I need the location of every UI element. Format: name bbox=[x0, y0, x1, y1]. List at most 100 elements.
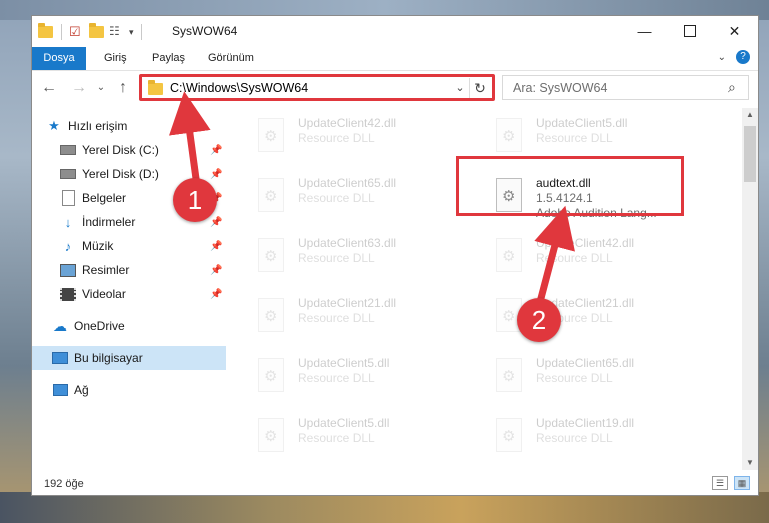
nav-item-pictures[interactable]: Resimler 📌 bbox=[60, 258, 226, 282]
file-type: Resource DLL bbox=[298, 371, 375, 385]
nav-item-label: Yerel Disk (D:) bbox=[82, 167, 159, 181]
address-dropdown-icon[interactable]: ⌄ bbox=[451, 81, 469, 94]
nav-item-music[interactable]: ♪ Müzik 📌 bbox=[60, 234, 226, 258]
refresh-button[interactable]: ↻ bbox=[469, 78, 490, 98]
dll-file-icon bbox=[254, 296, 290, 336]
navigation-pane: ★ Hızlı erişim Yerel Disk (C:) 📌 Yerel D… bbox=[32, 108, 226, 468]
tab-file[interactable]: Dosya bbox=[32, 47, 86, 70]
recent-locations-button[interactable]: ⌄ bbox=[92, 82, 110, 93]
scroll-down-icon[interactable]: ▼ bbox=[742, 456, 758, 470]
cloud-icon: ☁ bbox=[53, 317, 67, 334]
close-button[interactable]: ✕ bbox=[712, 16, 757, 46]
back-arrow-icon: ← bbox=[41, 79, 57, 96]
address-bar[interactable]: C:\Windows\SysWOW64 ⌄ bbox=[139, 75, 494, 100]
file-item[interactable]: UpdateClient63.dllResource DLL bbox=[254, 236, 474, 282]
address-path[interactable]: C:\Windows\SysWOW64 bbox=[170, 81, 451, 95]
status-bar: 192 öğe ☰ ▦ bbox=[32, 472, 758, 496]
file-item[interactable]: UpdateClient42.dllResource DLL bbox=[492, 236, 712, 282]
download-icon: ↓ bbox=[64, 214, 72, 230]
file-type: Resource DLL bbox=[536, 251, 613, 265]
file-name: UpdateClient65.dll bbox=[298, 176, 397, 190]
nav-item-local-disk-c[interactable]: Yerel Disk (C:) 📌 bbox=[60, 138, 226, 162]
dll-file-icon bbox=[492, 236, 528, 276]
pin-icon: 📌 bbox=[210, 240, 223, 252]
dll-file-icon bbox=[254, 176, 290, 216]
file-type: Resource DLL bbox=[298, 191, 375, 205]
nav-item-videos[interactable]: Videolar 📌 bbox=[60, 282, 226, 306]
file-name: UpdateClient42.dll bbox=[536, 236, 635, 250]
nav-item-label: Hızlı erişim bbox=[68, 119, 128, 133]
minimize-button[interactable]: — bbox=[622, 16, 667, 46]
dll-file-icon bbox=[492, 176, 528, 216]
step-badge-1: 1 bbox=[173, 178, 217, 222]
nav-item-this-pc[interactable]: Bu bilgisayar bbox=[32, 346, 226, 370]
title-bar: ☑ ☷ ▾ SysWOW64 — ✕ bbox=[32, 16, 758, 47]
tab-view[interactable]: Görünüm bbox=[198, 47, 264, 70]
dll-file-icon bbox=[254, 416, 290, 456]
help-icon[interactable]: ? bbox=[736, 50, 750, 64]
file-item[interactable]: UpdateClient65.dllResource DLL bbox=[492, 356, 712, 402]
dll-file-icon bbox=[492, 416, 528, 456]
nav-item-onedrive[interactable]: ☁ OneDrive bbox=[52, 314, 226, 338]
file-list: UpdateClient42.dllResource DLL UpdateCli… bbox=[228, 108, 742, 468]
file-name: UpdateClient21.dll bbox=[298, 296, 397, 310]
nav-item-label: Bu bilgisayar bbox=[74, 351, 143, 365]
back-button[interactable]: ← bbox=[40, 79, 58, 97]
dll-file-icon bbox=[254, 116, 290, 156]
nav-item-label: İndirmeler bbox=[82, 215, 136, 229]
forward-arrow-icon: → bbox=[71, 79, 87, 96]
file-name: UpdateClient5.dll bbox=[536, 116, 628, 130]
file-item[interactable]: UpdateClient21.dllResource DLL bbox=[254, 296, 474, 342]
file-item[interactable]: UpdateClient5.dllResource DLL bbox=[254, 356, 474, 402]
explorer-window: ☑ ☷ ▾ SysWOW64 — ✕ Dosya Giriş Paylaş Gö… bbox=[31, 15, 759, 496]
properties-icon[interactable]: ☑ bbox=[69, 24, 85, 40]
up-arrow-icon: ↑ bbox=[119, 79, 127, 96]
scroll-thumb[interactable] bbox=[744, 126, 756, 182]
item-count: 192 öğe bbox=[44, 478, 84, 490]
nav-item-label: Belgeler bbox=[82, 191, 127, 205]
pictures-icon bbox=[60, 262, 76, 278]
vertical-scrollbar[interactable]: ▲ ▼ bbox=[742, 108, 758, 470]
details-view-icon[interactable]: ☰ bbox=[712, 476, 728, 490]
scroll-up-icon[interactable]: ▲ bbox=[742, 108, 758, 122]
search-icon[interactable]: ⌕ bbox=[728, 79, 748, 96]
file-item[interactable]: UpdateClient42.dllResource DLL bbox=[254, 116, 474, 162]
tab-home[interactable]: Giriş bbox=[94, 47, 137, 70]
expand-ribbon-icon[interactable]: ⌄ bbox=[718, 52, 726, 63]
file-name: UpdateClient5.dll bbox=[298, 356, 390, 370]
search-placeholder: Ara: SysWOW64 bbox=[513, 80, 608, 95]
nav-item-quick-access[interactable]: ★ Hızlı erişim bbox=[46, 114, 226, 138]
music-icon: ♪ bbox=[64, 238, 72, 254]
computer-icon bbox=[52, 350, 68, 366]
customize-icon[interactable]: ☷ bbox=[109, 24, 125, 40]
new-folder-icon[interactable] bbox=[89, 23, 105, 40]
tab-share[interactable]: Paylaş bbox=[142, 47, 195, 70]
file-item-audtext[interactable]: audtext.dll 1.5.4124.1 Adobe Audition La… bbox=[492, 176, 712, 226]
navigation-bar: ← → ⌄ ↑ C:\Windows\SysWOW64 ⌄ ↻ Ara: Sys… bbox=[32, 72, 758, 104]
nav-item-label: Ağ bbox=[74, 383, 89, 397]
file-item[interactable]: UpdateClient5.dllResource DLL bbox=[254, 416, 474, 462]
dll-file-icon bbox=[254, 236, 290, 276]
file-type: Resource DLL bbox=[298, 311, 375, 325]
pin-icon: 📌 bbox=[210, 216, 223, 228]
ribbon-tabs: Dosya Giriş Paylaş Görünüm ⌄ ? bbox=[32, 47, 758, 71]
file-name: UpdateClient63.dll bbox=[298, 236, 397, 250]
close-icon: ✕ bbox=[728, 22, 741, 39]
search-input[interactable]: Ara: SysWOW64 ⌕ bbox=[502, 75, 749, 100]
dropdown-chevron-icon[interactable]: ▾ bbox=[129, 27, 134, 38]
file-item[interactable]: UpdateClient65.dllResource DLL bbox=[254, 176, 474, 222]
folder-icon bbox=[148, 79, 163, 95]
file-item[interactable]: UpdateClient19.dllResource DLL bbox=[492, 416, 712, 462]
tiles-view-icon[interactable]: ▦ bbox=[734, 476, 750, 490]
file-name: UpdateClient42.dll bbox=[298, 116, 397, 130]
forward-button[interactable]: → bbox=[70, 79, 88, 97]
file-version: 1.5.4124.1 bbox=[536, 191, 593, 205]
up-button[interactable]: ↑ bbox=[114, 79, 132, 97]
file-item[interactable]: UpdateClient5.dllResource DLL bbox=[492, 116, 712, 162]
dll-file-icon bbox=[492, 356, 528, 396]
file-name: UpdateClient65.dll bbox=[536, 356, 635, 370]
file-type: Resource DLL bbox=[536, 431, 613, 445]
file-description: Adobe Audition Lang... bbox=[536, 206, 657, 220]
nav-item-network[interactable]: Ağ bbox=[52, 378, 226, 402]
maximize-button[interactable] bbox=[667, 16, 712, 46]
